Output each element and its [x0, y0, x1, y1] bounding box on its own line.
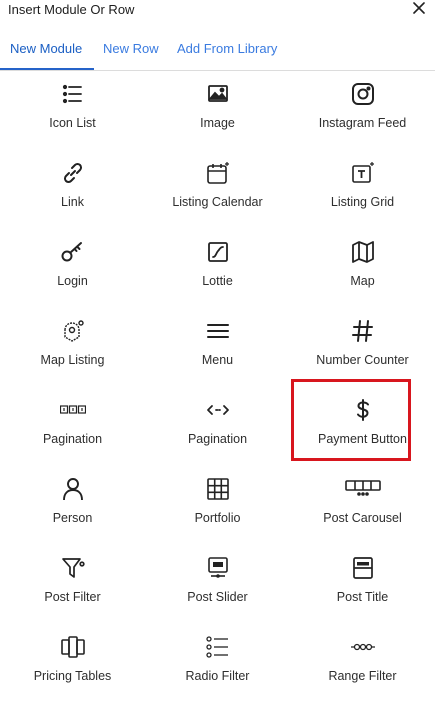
- module-label: Pagination: [42, 432, 103, 446]
- module-radio-filter[interactable]: Radio Filter: [145, 624, 290, 703]
- module-image[interactable]: Image: [145, 71, 290, 150]
- module-row: Icon List Image Instagram Feed: [0, 71, 435, 150]
- tab-add-from-library[interactable]: Add From Library: [177, 28, 277, 70]
- instagram-icon: [350, 81, 376, 107]
- tab-new-row[interactable]: New Row: [103, 28, 159, 70]
- module-icon-list[interactable]: Icon List: [0, 71, 145, 150]
- module-label: Menu: [201, 353, 234, 367]
- module-instagram-feed[interactable]: Instagram Feed: [290, 71, 435, 150]
- map-pin-icon: [60, 318, 86, 344]
- module-label: Icon List: [49, 116, 96, 130]
- pagination-arrows-icon: [205, 397, 231, 423]
- module-label: Post Carousel: [323, 511, 402, 525]
- module-label: Map Listing: [40, 353, 105, 367]
- module-range-filter[interactable]: Range Filter: [290, 624, 435, 703]
- module-label: Instagram Feed: [318, 116, 407, 130]
- module-row: Map Listing Menu Number Counter: [0, 308, 435, 387]
- map-icon: [350, 239, 376, 265]
- menu-icon: [205, 318, 231, 344]
- module-row: Post Filter Post Slider Post Title: [0, 545, 435, 624]
- range-filter-icon: [350, 634, 376, 660]
- module-pagination-arrows[interactable]: Pagination: [145, 387, 290, 466]
- icon-list-icon: [60, 81, 86, 107]
- module-listing-calendar[interactable]: Listing Calendar: [145, 150, 290, 229]
- module-label: Map: [350, 274, 375, 288]
- module-post-title[interactable]: Post Title: [290, 545, 435, 624]
- module-listing-grid[interactable]: Listing Grid: [290, 150, 435, 229]
- dollar-icon: [350, 397, 376, 423]
- module-row: Link Listing Calendar Listing Grid: [0, 150, 435, 229]
- post-title-icon: [350, 555, 376, 581]
- module-label: Listing Grid: [330, 195, 395, 209]
- close-icon: [413, 2, 425, 14]
- module-login[interactable]: Login: [0, 229, 145, 308]
- module-label: Radio Filter: [185, 669, 250, 683]
- portfolio-grid-icon: [205, 476, 231, 502]
- module-portfolio[interactable]: Portfolio: [145, 466, 290, 545]
- module-label: Post Title: [336, 590, 389, 604]
- module-post-slider[interactable]: Post Slider: [145, 545, 290, 624]
- module-label: Portfolio: [194, 511, 241, 525]
- module-label: Post Slider: [187, 590, 248, 604]
- module-row: Pagination Pagination Payment Button: [0, 387, 435, 466]
- carousel-icon: [344, 476, 381, 502]
- link-icon: [60, 160, 86, 186]
- module-row: Login Lottie Map: [0, 229, 435, 308]
- tab-bar: New Module New Row Add From Library: [0, 28, 435, 71]
- pricing-tables-icon: [60, 634, 86, 660]
- module-map[interactable]: Map: [290, 229, 435, 308]
- module-link[interactable]: Link: [0, 150, 145, 229]
- key-icon: [60, 239, 86, 265]
- tab-new-module[interactable]: New Module: [10, 28, 82, 70]
- module-post-carousel[interactable]: Post Carousel: [290, 466, 435, 545]
- module-pricing-tables[interactable]: Pricing Tables: [0, 624, 145, 703]
- module-label: Image: [200, 116, 235, 130]
- radio-filter-icon: [205, 634, 231, 660]
- person-icon: [60, 476, 86, 502]
- modal-title: Insert Module Or Row: [8, 2, 135, 17]
- module-label: Range Filter: [328, 669, 397, 683]
- slider-icon: [205, 555, 231, 581]
- filter-icon: [60, 555, 86, 581]
- module-label: Pagination: [187, 432, 248, 446]
- module-lottie[interactable]: Lottie: [145, 229, 290, 308]
- module-label: Link: [61, 195, 84, 209]
- module-pagination-numbers[interactable]: Pagination: [0, 387, 145, 466]
- module-post-filter[interactable]: Post Filter: [0, 545, 145, 624]
- module-label: Lottie: [202, 274, 233, 288]
- module-person[interactable]: Person: [0, 466, 145, 545]
- module-label: Person: [52, 511, 93, 525]
- module-number-counter[interactable]: Number Counter: [290, 308, 435, 387]
- module-menu[interactable]: Menu: [145, 308, 290, 387]
- module-label: Post Filter: [44, 590, 101, 604]
- module-payment-button[interactable]: Payment Button: [290, 387, 435, 466]
- hash-icon: [350, 318, 376, 344]
- grid-text-icon: [350, 160, 376, 186]
- module-row: Pricing Tables Radio Filter Range Filter: [0, 624, 435, 703]
- pagination-numbers-icon: [59, 397, 86, 423]
- module-grid: Icon List Image Instagram Feed Link List…: [0, 71, 435, 703]
- image-icon: [205, 81, 231, 107]
- module-label: Login: [57, 274, 88, 288]
- modal-header: Insert Module Or Row: [0, 0, 435, 28]
- lottie-icon: [205, 239, 231, 265]
- module-label: Listing Calendar: [172, 195, 263, 209]
- module-row: Person Portfolio Post Carousel: [0, 466, 435, 545]
- module-label: Pricing Tables: [33, 669, 112, 683]
- module-label: Number Counter: [316, 353, 409, 367]
- module-label: Payment Button: [318, 432, 407, 446]
- calendar-icon: [205, 160, 231, 186]
- active-tab-indicator: [0, 68, 94, 70]
- close-button[interactable]: [411, 0, 427, 16]
- module-map-listing[interactable]: Map Listing: [0, 308, 145, 387]
